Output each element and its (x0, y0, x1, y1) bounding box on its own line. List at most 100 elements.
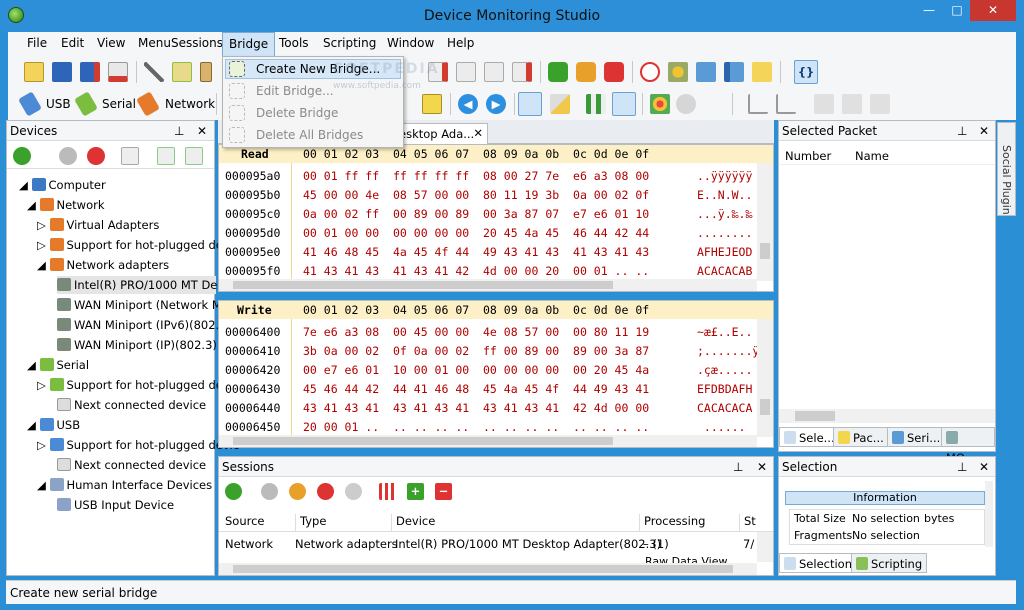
read-ascii[interactable]: AFHEJEOD (697, 243, 752, 262)
tab-selection-short[interactable]: Sele... (779, 427, 840, 447)
tab-packet-short[interactable]: Pac... (833, 427, 889, 447)
tree-node-usb-input[interactable]: USB Input Device (57, 496, 174, 514)
highlight-icon[interactable] (518, 92, 542, 116)
collapse-icon[interactable] (185, 147, 203, 165)
script-braces-icon[interactable]: {} (794, 60, 818, 84)
write-bytes[interactable]: 45 46 44 42 44 41 46 48 45 4a 45 4f 44 4… (303, 380, 649, 399)
tree-node-hotplug-serial[interactable]: ▷ Support for hot-plugged devic (37, 376, 239, 394)
menu-help[interactable]: Help (447, 36, 474, 50)
export-icon[interactable] (724, 62, 744, 82)
close-pane-icon[interactable]: ✕ (979, 460, 989, 474)
add-device-icon[interactable] (13, 147, 31, 165)
doc-tab-active[interactable]: esktop Ada... ✕ (394, 123, 488, 144)
tab-serial-short[interactable]: Seri... (887, 427, 946, 447)
close-pane-icon[interactable]: ✕ (197, 124, 207, 138)
close-button[interactable]: ✕ (970, 0, 1016, 21)
bridge-icon-2[interactable] (484, 62, 504, 82)
write-bytes[interactable]: 7e e6 a3 08 00 45 00 00 4e 08 57 00 00 8… (303, 323, 649, 342)
tree-node-virtual-adapters[interactable]: ▷ Virtual Adapters (37, 216, 159, 234)
layout-icon[interactable] (612, 92, 636, 116)
read-ascii[interactable]: ..ÿÿÿÿÿÿ (697, 167, 752, 186)
import-icon[interactable] (696, 62, 716, 82)
save-icon[interactable] (52, 62, 72, 82)
bookmark-icon[interactable] (422, 94, 442, 114)
session-processing[interactable]: – (1) (643, 537, 669, 551)
col-name[interactable]: Name (855, 149, 889, 163)
pin-icon[interactable]: ⊥ (957, 460, 967, 474)
write-bytes[interactable]: 43 41 43 41 43 41 43 41 43 41 43 41 42 4… (303, 399, 649, 418)
menu-scripting[interactable]: Scripting (323, 36, 376, 50)
session-delete-icon[interactable] (345, 483, 362, 500)
tree-node-intel-adapter[interactable]: Intel(R) PRO/1000 MT Desk (57, 276, 230, 294)
tree-node-hotplug-usb[interactable]: ▷ Support for hot-plugged devic (37, 436, 239, 454)
bridge-icon-3[interactable] (512, 62, 532, 82)
col-source[interactable]: Source (225, 514, 265, 528)
pin-icon[interactable]: ⊥ (957, 124, 967, 138)
paste-icon[interactable] (200, 62, 212, 82)
write-bytes[interactable]: 00 e7 e6 01 10 00 01 00 00 00 00 00 00 2… (303, 361, 649, 380)
serial-filter-button[interactable]: Serial (102, 97, 136, 111)
col-number[interactable]: Number (785, 149, 831, 163)
session-remove-icon[interactable]: − (435, 483, 452, 500)
device-props-icon[interactable] (121, 147, 139, 165)
cut-icon[interactable] (144, 62, 164, 82)
session-chart-icon[interactable] (379, 483, 396, 500)
write-vscroll[interactable] (757, 319, 773, 437)
menu-view[interactable]: View (97, 36, 125, 50)
sessions-hscroll[interactable] (219, 563, 757, 575)
col-processing[interactable]: Processing (639, 514, 705, 532)
menu-bridge[interactable]: Bridge (222, 32, 276, 56)
structure-gray-icon[interactable] (676, 94, 696, 114)
expand-icon[interactable] (157, 147, 175, 165)
save-as-icon[interactable] (80, 62, 100, 82)
tree-node-computer[interactable]: ◢ Computer (19, 176, 106, 194)
tree-node-next-usb[interactable]: Next connected device (57, 456, 206, 474)
stop-icon[interactable] (604, 62, 624, 82)
col-device[interactable]: Device (391, 514, 435, 532)
session-start-icon[interactable] (261, 483, 278, 500)
read-ascii[interactable]: ...ÿ.‰.‰ (697, 205, 752, 224)
social-plugin-tab[interactable]: Social Plugin (997, 122, 1016, 216)
tab-scripting[interactable]: Scripting (851, 553, 928, 573)
structure-icon[interactable] (650, 94, 670, 114)
read-vscroll[interactable] (757, 163, 773, 281)
grid-icon[interactable] (586, 94, 606, 114)
session-stop-icon[interactable] (317, 483, 334, 500)
write-ascii[interactable]: CACACACA (697, 399, 752, 418)
read-bytes[interactable]: 41 46 48 45 4a 45 4f 44 49 43 41 43 41 4… (303, 243, 649, 262)
sessions-vscroll[interactable] (757, 532, 773, 562)
tree-node-usb[interactable]: ◢ USB (27, 416, 80, 434)
chart-icon-2[interactable] (776, 94, 796, 114)
write-ascii[interactable]: EFDBDAFH (697, 380, 752, 399)
menu-window[interactable]: Window (387, 36, 434, 50)
selection-vscroll[interactable] (985, 481, 993, 547)
packet-icon-3[interactable] (870, 94, 890, 114)
tab-modbus-short[interactable]: MO... (941, 427, 995, 465)
write-ascii[interactable]: ~æ£..E.. (697, 323, 752, 342)
copy-icon[interactable] (172, 62, 192, 82)
write-ascii[interactable]: ;.......ÿ (697, 342, 759, 361)
read-bytes[interactable]: 45 00 00 4e 08 57 00 00 80 11 19 3b 0a 0… (303, 186, 649, 205)
chart-icon-1[interactable] (748, 94, 768, 114)
menu-edit[interactable]: Edit (61, 36, 84, 50)
start-gray-icon[interactable] (59, 147, 77, 165)
read-hscroll[interactable] (219, 279, 757, 291)
start-icon[interactable] (548, 62, 568, 82)
packet-icon-1[interactable] (814, 94, 834, 114)
col-status[interactable]: St (739, 514, 756, 532)
new-document-icon[interactable] (24, 62, 44, 82)
session-row[interactable]: Network Network adapters Intel(R) PRO/10… (219, 535, 757, 555)
tree-node-wan-ipv6[interactable]: WAN Miniport (IPv6)(802.3) (57, 316, 231, 334)
tree-node-serial[interactable]: ◢ Serial (27, 356, 89, 374)
session-settings-icon[interactable] (225, 483, 242, 500)
usb-filter-button[interactable]: USB (46, 97, 71, 111)
write-ascii[interactable]: .çæ..... (697, 361, 752, 380)
menu-sessions[interactable]: MenuSessions (138, 36, 223, 50)
menu-delete-bridge[interactable]: Delete Bridge (256, 106, 338, 120)
pin-icon[interactable]: ⊥ (174, 124, 184, 138)
read-ascii[interactable]: ........ (697, 224, 752, 243)
col-type[interactable]: Type (295, 514, 326, 532)
tree-node-wan-ip[interactable]: WAN Miniport (IP)(802.3) (57, 336, 217, 354)
read-bytes[interactable]: 00 01 00 00 00 00 00 00 20 45 4a 45 46 4… (303, 224, 649, 243)
session-add-icon[interactable]: + (407, 483, 424, 500)
